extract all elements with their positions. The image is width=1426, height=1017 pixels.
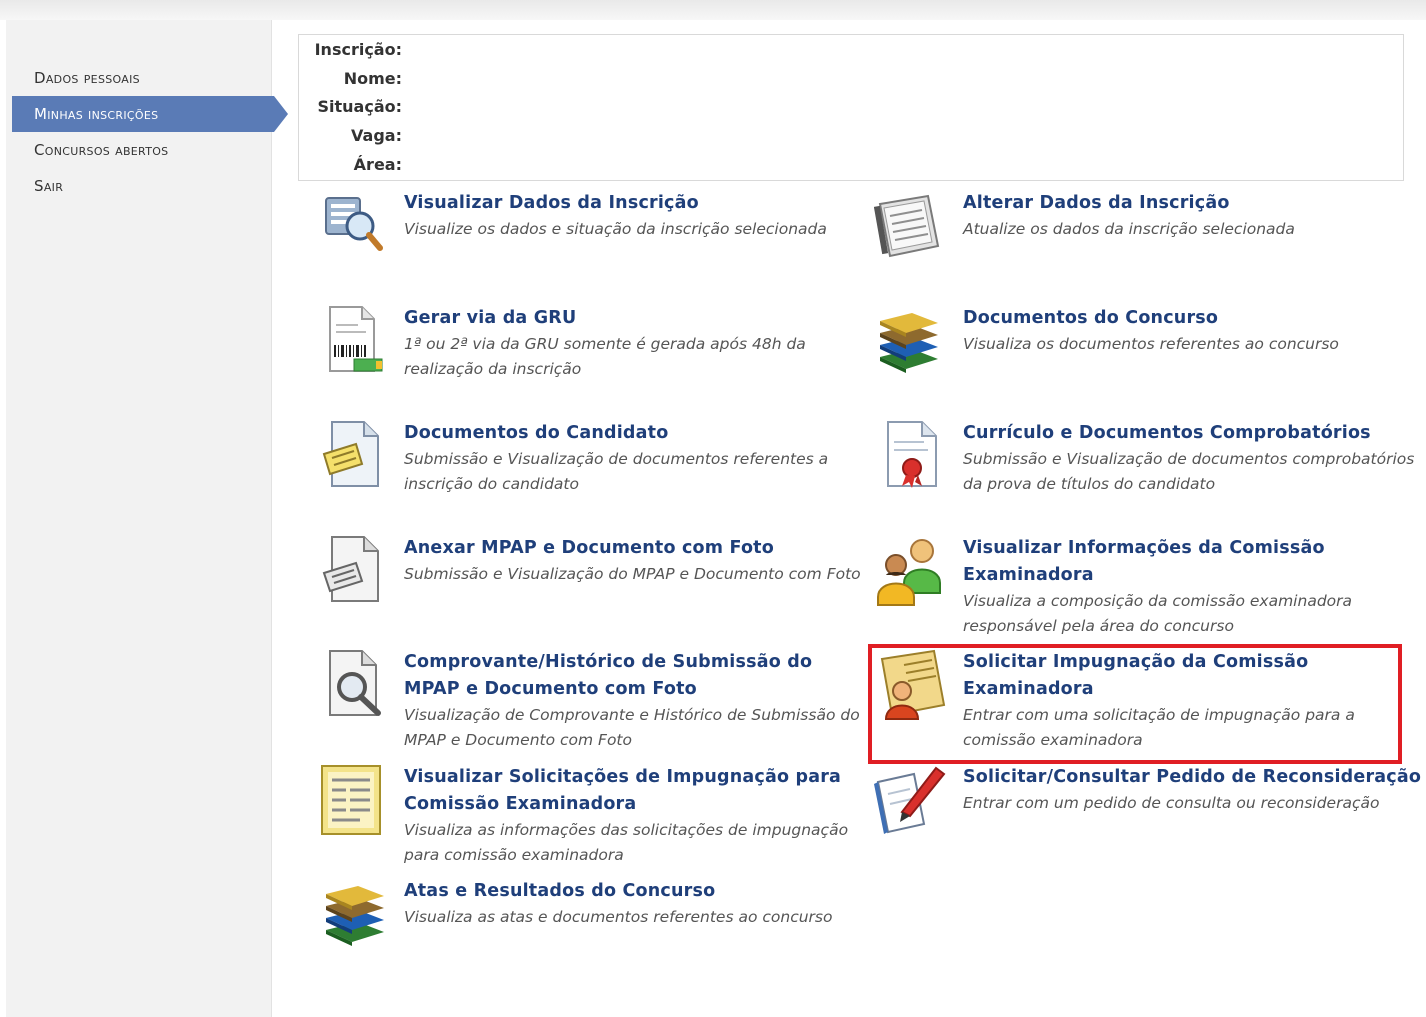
action-title[interactable]: Currículo e Documentos Comprobatórios	[963, 420, 1423, 447]
info-row-inscricao: Inscrição:	[299, 35, 1403, 64]
action-desc: Visualiza os documentos referentes ao co…	[963, 335, 1339, 353]
info-row-area: Área:	[299, 150, 1403, 179]
info-row-situacao: Situação:	[299, 93, 1403, 122]
situacao-label: Situação:	[317, 97, 402, 117]
action-title[interactable]: Alterar Dados da Inscrição	[963, 190, 1423, 217]
nome-label: Nome:	[343, 68, 402, 88]
sidebar-item-dados-pessoais[interactable]: Dados pessoais	[6, 60, 271, 96]
action-desc: Submissão e Visualização de documentos r…	[404, 450, 829, 493]
action-title[interactable]: Comprovante/Histórico de Submissão do MP…	[404, 649, 864, 703]
inscricao-label: Inscrição:	[314, 39, 402, 59]
action-desc: 1ª ou 2ª via da GRU somente é gerada apó…	[404, 335, 806, 378]
document-note-icon	[320, 420, 384, 487]
users-group-icon	[874, 535, 941, 606]
barcode-document-icon	[320, 305, 384, 372]
action-title[interactable]: Visualizar Informações da Comissão Exami…	[963, 535, 1423, 589]
action-desc: Entrar com uma solicitação de impugnação…	[963, 706, 1355, 749]
action-desc: Submissão e Visualização de documentos c…	[963, 450, 1415, 493]
action-title[interactable]: Gerar via da GRU	[404, 305, 864, 332]
action-title[interactable]: Visualizar Dados da Inscrição	[404, 190, 864, 217]
user-card-icon	[874, 649, 946, 720]
action-title[interactable]: Anexar MPAP e Documento com Foto	[404, 535, 864, 562]
inscription-info-panel: Inscrição: Nome: Situação: Vaga: Área:	[298, 34, 1404, 181]
sidebar: Dados pessoais Minhas inscrições Concurs…	[6, 20, 288, 1017]
action-title[interactable]: Documentos do Concurso	[963, 305, 1423, 332]
magnifier-gear-icon	[320, 190, 384, 254]
action-title[interactable]: Visualizar Solicitações de Impugnação pa…	[404, 764, 864, 818]
sidebar-menu: Dados pessoais Minhas inscrições Concurs…	[6, 60, 288, 204]
books-icon	[320, 878, 384, 946]
document-search-icon	[320, 649, 384, 716]
action-desc: Entrar com um pedido de consulta ou reco…	[963, 794, 1380, 812]
top-strip	[0, 0, 1426, 20]
action-desc: Visualiza as informações das solicitaçõe…	[404, 821, 849, 864]
action-desc: Atualize os dados da inscrição seleciona…	[963, 220, 1295, 238]
pen-paper-icon	[874, 764, 946, 834]
sidebar-item-sair[interactable]: Sair	[6, 168, 271, 204]
sidebar-item-minhas-inscricoes[interactable]: Minhas inscrições	[12, 96, 288, 132]
action-desc: Visualiza a composição da comissão exami…	[963, 592, 1353, 635]
action-desc: Submissão e Visualização do MPAP e Docum…	[404, 565, 861, 583]
action-title[interactable]: Documentos do Candidato	[404, 420, 864, 447]
certificate-document-icon	[874, 420, 938, 488]
list-document-icon	[320, 764, 384, 835]
action-title[interactable]: Atas e Resultados do Concurso	[404, 878, 864, 905]
address-book-icon	[873, 190, 940, 258]
sidebar-item-concursos-abertos[interactable]: Concursos abertos	[6, 132, 271, 168]
area-label: Área:	[353, 155, 402, 175]
action-title[interactable]: Solicitar/Consultar Pedido de Reconsider…	[963, 764, 1423, 791]
document-attach-icon	[320, 535, 384, 602]
action-title[interactable]: Solicitar Impugnação da Comissão Examina…	[963, 649, 1423, 703]
action-desc: Visualiza as atas e documentos referente…	[404, 908, 833, 926]
info-row-nome: Nome:	[299, 64, 1403, 93]
info-row-vaga: Vaga:	[299, 121, 1403, 150]
action-desc: Visualização de Comprovante e Histórico …	[404, 706, 860, 749]
vaga-label: Vaga:	[351, 126, 402, 146]
action-desc: Visualize os dados e situação da inscriç…	[404, 220, 827, 238]
books-icon	[874, 305, 938, 373]
